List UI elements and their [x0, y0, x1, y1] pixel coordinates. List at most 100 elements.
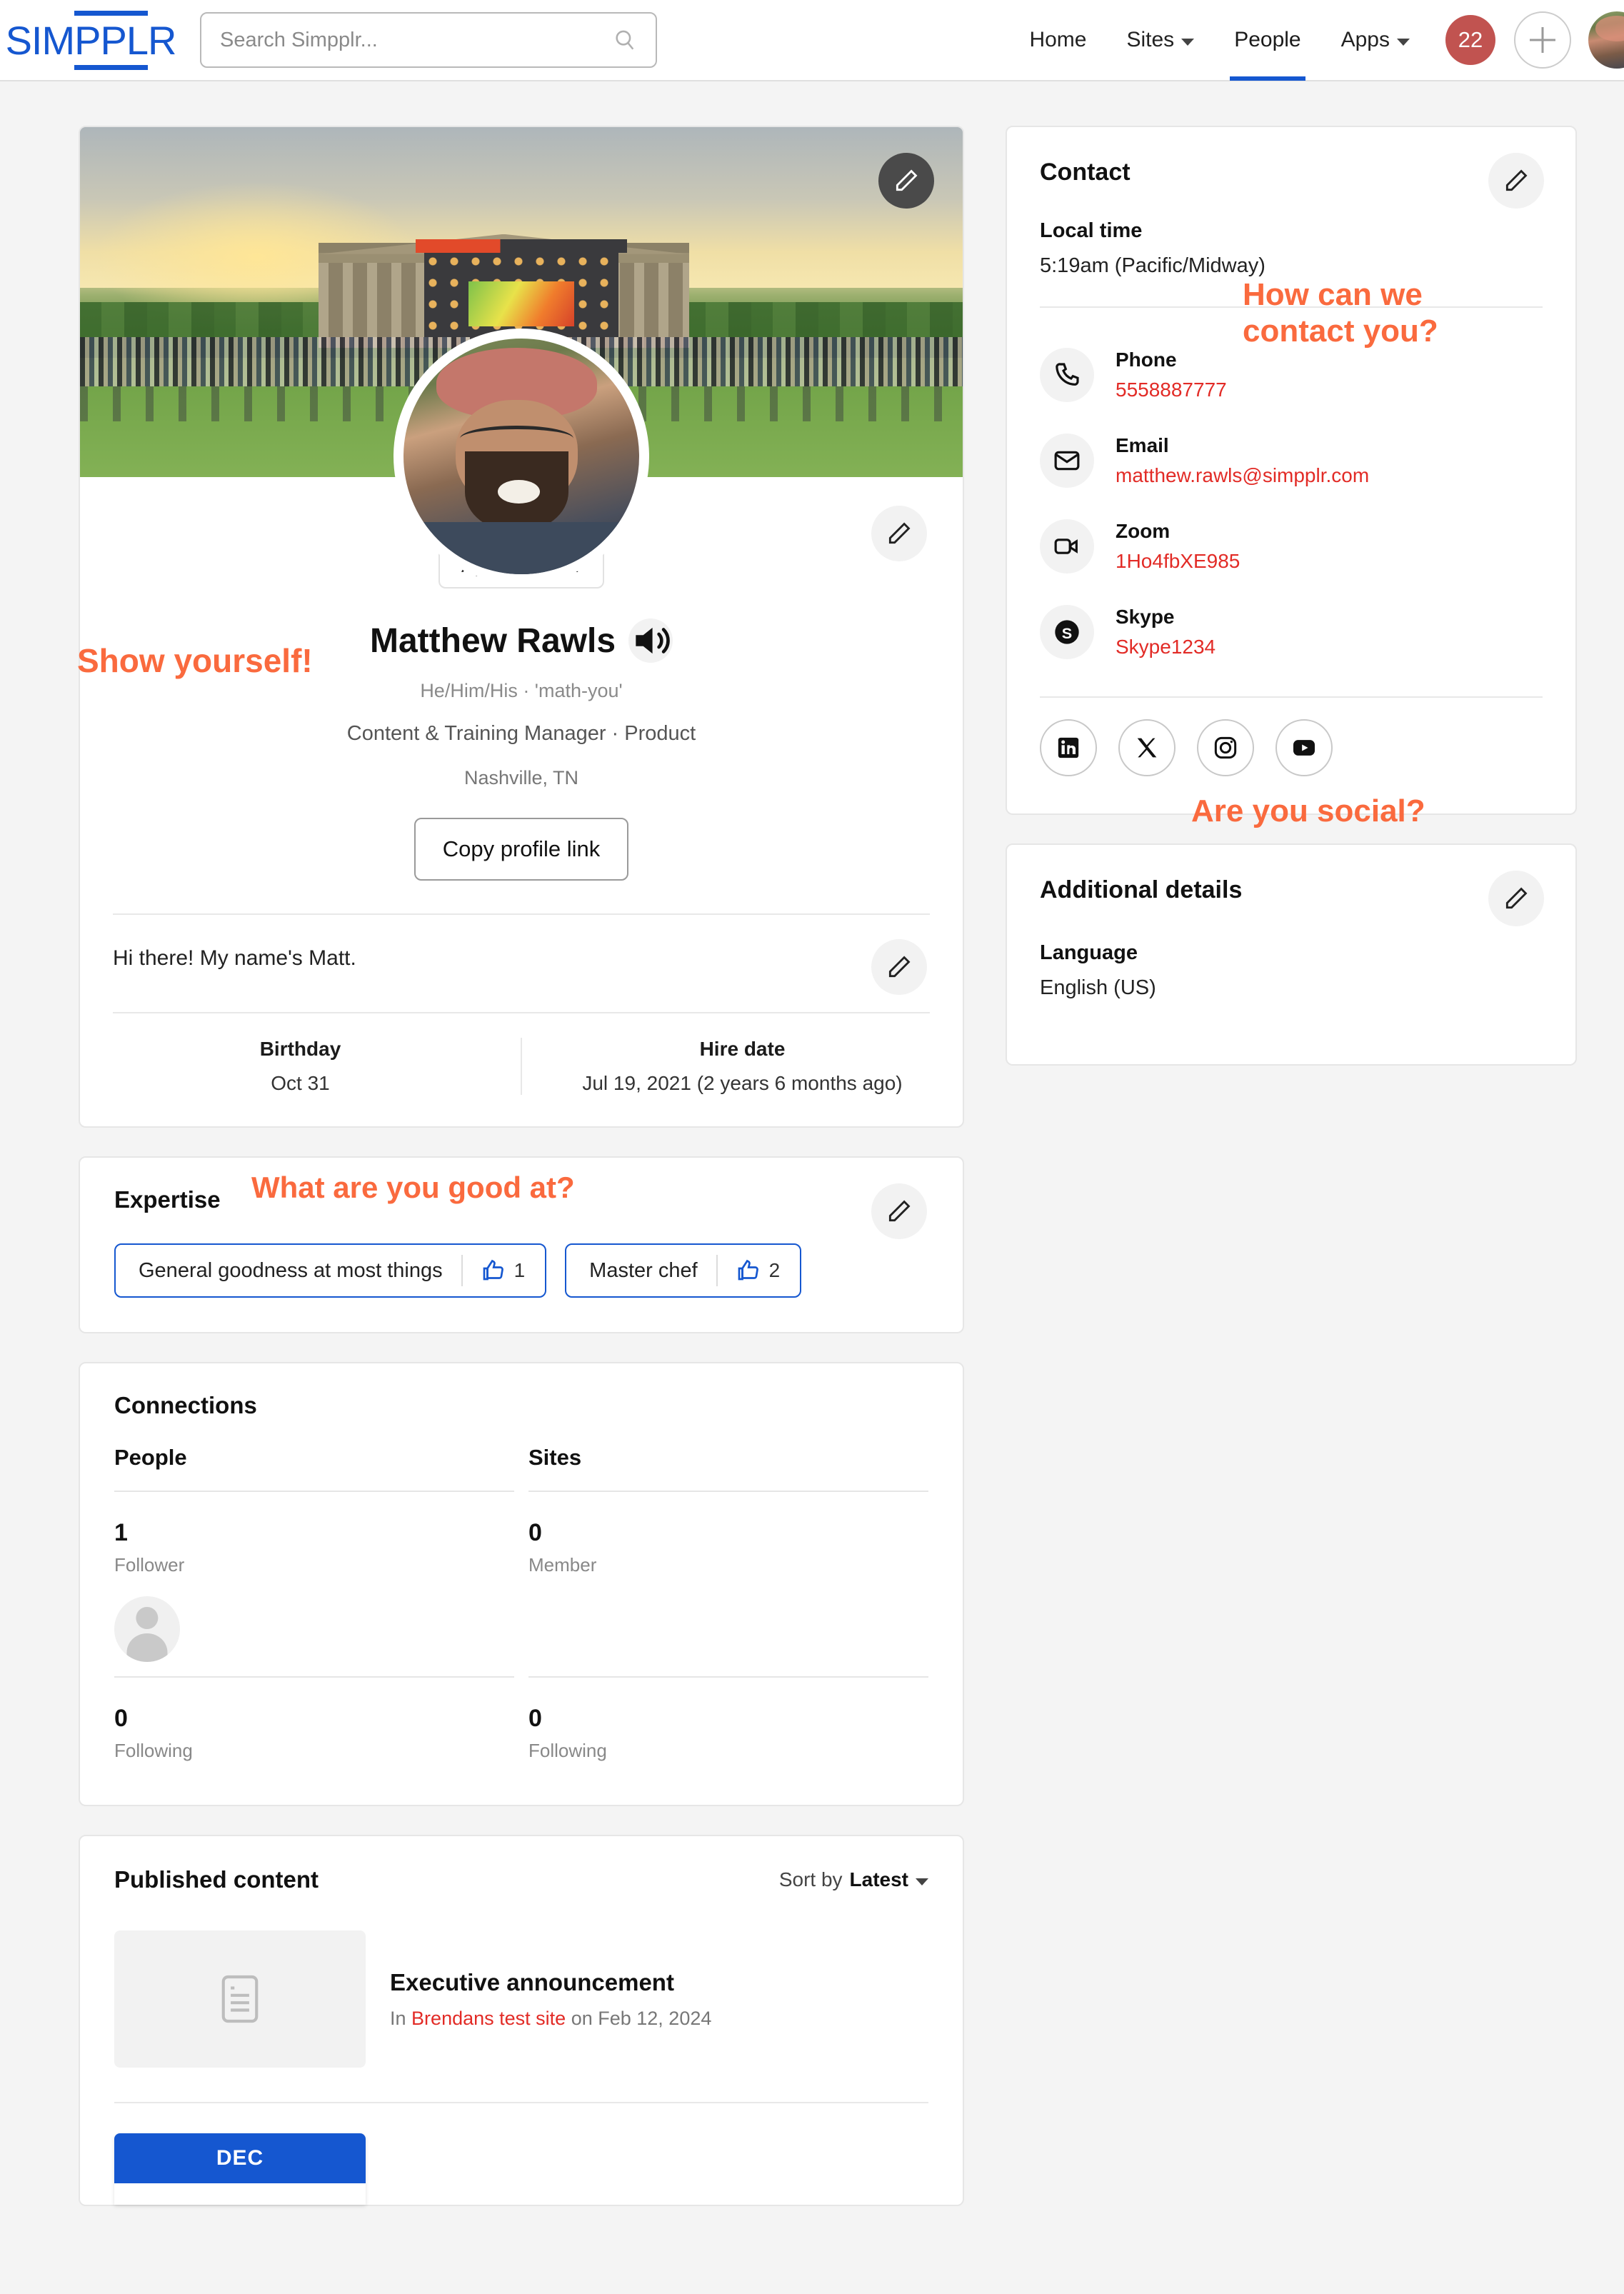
stat-following-sites[interactable]: 0 Following	[528, 1678, 928, 1762]
pencil-icon	[888, 956, 911, 978]
event-tile[interactable]: DEC	[114, 2133, 366, 2205]
additional-details-card: Are you social? Additional details Langu…	[1006, 793, 1577, 1066]
nav-label-apps: Apps	[1340, 28, 1390, 51]
stat-following-people[interactable]: 0 Following	[114, 1678, 514, 1762]
connections-title: Connections	[114, 1392, 257, 1418]
connections-column-sites: Sites 0 Member 0 Following	[528, 1445, 928, 1762]
annotation-what-are-you-good-at: What are you good at?	[251, 1171, 575, 1204]
contact-title: Contact	[1040, 159, 1131, 186]
profile-card: Show yourself! App manager Matthew Rawls	[77, 126, 964, 1128]
sort-by-dropdown[interactable]: Sort by Latest	[779, 1868, 928, 1891]
instagram-link[interactable]	[1197, 719, 1254, 776]
svg-text:S: S	[1062, 624, 1072, 642]
edit-additional-details-button[interactable]	[1488, 871, 1544, 926]
connections-card: Connections People 1 Follower 0 Followin…	[79, 1362, 964, 1806]
contact-value[interactable]: matthew.rawls@simpplr.com	[1116, 464, 1369, 487]
stat-label: Member	[528, 1554, 597, 1576]
chevron-down-icon	[916, 1878, 928, 1885]
sort-by-value: Latest	[849, 1868, 908, 1890]
logo-suffix: R	[147, 17, 176, 63]
copy-profile-link-button[interactable]: Copy profile link	[413, 818, 629, 881]
meta-prefix: In	[390, 2007, 406, 2029]
nav-label-home: Home	[1029, 28, 1087, 51]
event-month: DEC	[114, 2133, 366, 2183]
annotation-line-1: How can we	[1243, 277, 1423, 312]
linkedin-link[interactable]	[1040, 719, 1097, 776]
pronounce-name-button[interactable]	[628, 618, 673, 663]
nav-item-people[interactable]: People	[1214, 0, 1320, 81]
endorsement-count: 1	[513, 1259, 526, 1281]
create-new-button[interactable]	[1514, 11, 1571, 69]
edit-cover-photo-button[interactable]	[878, 153, 934, 209]
stat-followers[interactable]: 1 Follower	[114, 1492, 514, 1576]
stat-count: 0	[528, 1705, 542, 1732]
content-title[interactable]: Executive announcement	[390, 1969, 711, 1996]
stat-count: 0	[528, 1519, 542, 1546]
contact-value[interactable]: Skype1234	[1116, 636, 1216, 658]
edit-bio-button[interactable]	[871, 939, 927, 995]
additional-details-title: Additional details	[1040, 876, 1243, 903]
meta-mid: on	[571, 2007, 593, 2029]
notification-badge[interactable]: 22	[1445, 15, 1495, 65]
contact-row-skype: S Skype Skype1234	[1040, 589, 1543, 675]
x-twitter-link[interactable]	[1118, 719, 1176, 776]
instagram-icon	[1214, 736, 1237, 759]
user-avatar[interactable]	[1588, 11, 1624, 69]
stat-members[interactable]: 0 Member	[528, 1492, 928, 1576]
contact-value[interactable]: 1Ho4fbXE985	[1116, 550, 1240, 573]
expertise-label: Master chef	[589, 1258, 698, 1282]
thumbs-up-icon	[738, 1259, 758, 1281]
pencil-icon	[888, 522, 911, 544]
profile-facts: Birthday Oct 31 Hire date Jul 19, 2021 (…	[80, 1013, 963, 1126]
nav-item-home[interactable]: Home	[1009, 0, 1106, 81]
edit-contact-button[interactable]	[1488, 153, 1544, 209]
pronouns-phonetic: He/Him/His · 'math-you'	[420, 680, 623, 701]
logo-prefix: SIM	[5, 17, 76, 63]
left-column: Show yourself! App manager Matthew Rawls	[77, 126, 964, 2206]
fact-value: Jul 19, 2021 (2 years 6 months ago)	[582, 1072, 903, 1094]
site-link[interactable]: Brendans test site	[411, 2008, 566, 2029]
contact-text: Phone 5558887777	[1116, 349, 1227, 401]
skype-icon: S	[1040, 605, 1094, 659]
published-content-header: Published content Sort by Latest	[80, 1836, 963, 1893]
profile-photo[interactable]	[394, 329, 649, 584]
nav-item-sites[interactable]: Sites	[1106, 0, 1214, 81]
published-content-card: Published content Sort by Latest Executi…	[79, 1835, 964, 2206]
expertise-chip[interactable]: Master chef 2	[565, 1243, 802, 1298]
edit-profile-photo-button[interactable]	[871, 506, 927, 561]
endorsement-count: 2	[768, 1259, 781, 1281]
expertise-chip-list: General goodness at most things 1 Master…	[80, 1213, 963, 1332]
search-container	[200, 12, 657, 68]
contact-value[interactable]: 5558887777	[1116, 379, 1227, 401]
search-input[interactable]	[200, 12, 657, 68]
endorse-button[interactable]: 1	[461, 1255, 546, 1286]
stat-label: Following	[528, 1740, 607, 1761]
annotation-how-can-we-contact-you: How can we contact you?	[1243, 277, 1438, 349]
nav-label-sites: Sites	[1126, 28, 1175, 51]
stat-label: Follower	[114, 1554, 185, 1576]
content-meta: In Brendans test site on Feb 12, 2024	[390, 2008, 711, 2030]
endorse-button[interactable]: 2	[716, 1255, 801, 1286]
contact-text: Zoom 1Ho4fbXE985	[1116, 520, 1240, 573]
list-item[interactable]: Executive announcement In Brendans test …	[80, 1893, 963, 2102]
annotation-line-2: contact you?	[1243, 313, 1438, 349]
contact-card: Contact Local time 5:19am (Pacific/Midwa…	[1006, 126, 1577, 815]
chevron-down-icon	[1397, 38, 1410, 46]
contact-text: Skype Skype1234	[1116, 606, 1216, 658]
right-column: Contact Local time 5:19am (Pacific/Midwa…	[1006, 126, 1577, 1094]
simpplr-logo[interactable]: SIM PPL R	[4, 10, 177, 70]
contact-label: Zoom	[1116, 520, 1171, 542]
avatar[interactable]	[114, 1596, 180, 1662]
profile-bio: Hi there! My name's Matt.	[113, 946, 356, 970]
page-title: Matthew Rawls	[369, 621, 616, 660]
nav-item-apps[interactable]: Apps	[1321, 0, 1430, 81]
divider	[114, 2102, 928, 2103]
fact-value: Oct 31	[271, 1072, 330, 1094]
annotation-show-yourself: Show yourself!	[77, 642, 313, 679]
content-thumbnail	[114, 1930, 366, 2068]
edit-expertise-button[interactable]	[871, 1183, 927, 1239]
youtube-link[interactable]	[1275, 719, 1333, 776]
expertise-chip[interactable]: General goodness at most things 1	[114, 1243, 547, 1298]
contact-label: Email	[1116, 434, 1169, 456]
stat-count: 1	[114, 1519, 128, 1546]
